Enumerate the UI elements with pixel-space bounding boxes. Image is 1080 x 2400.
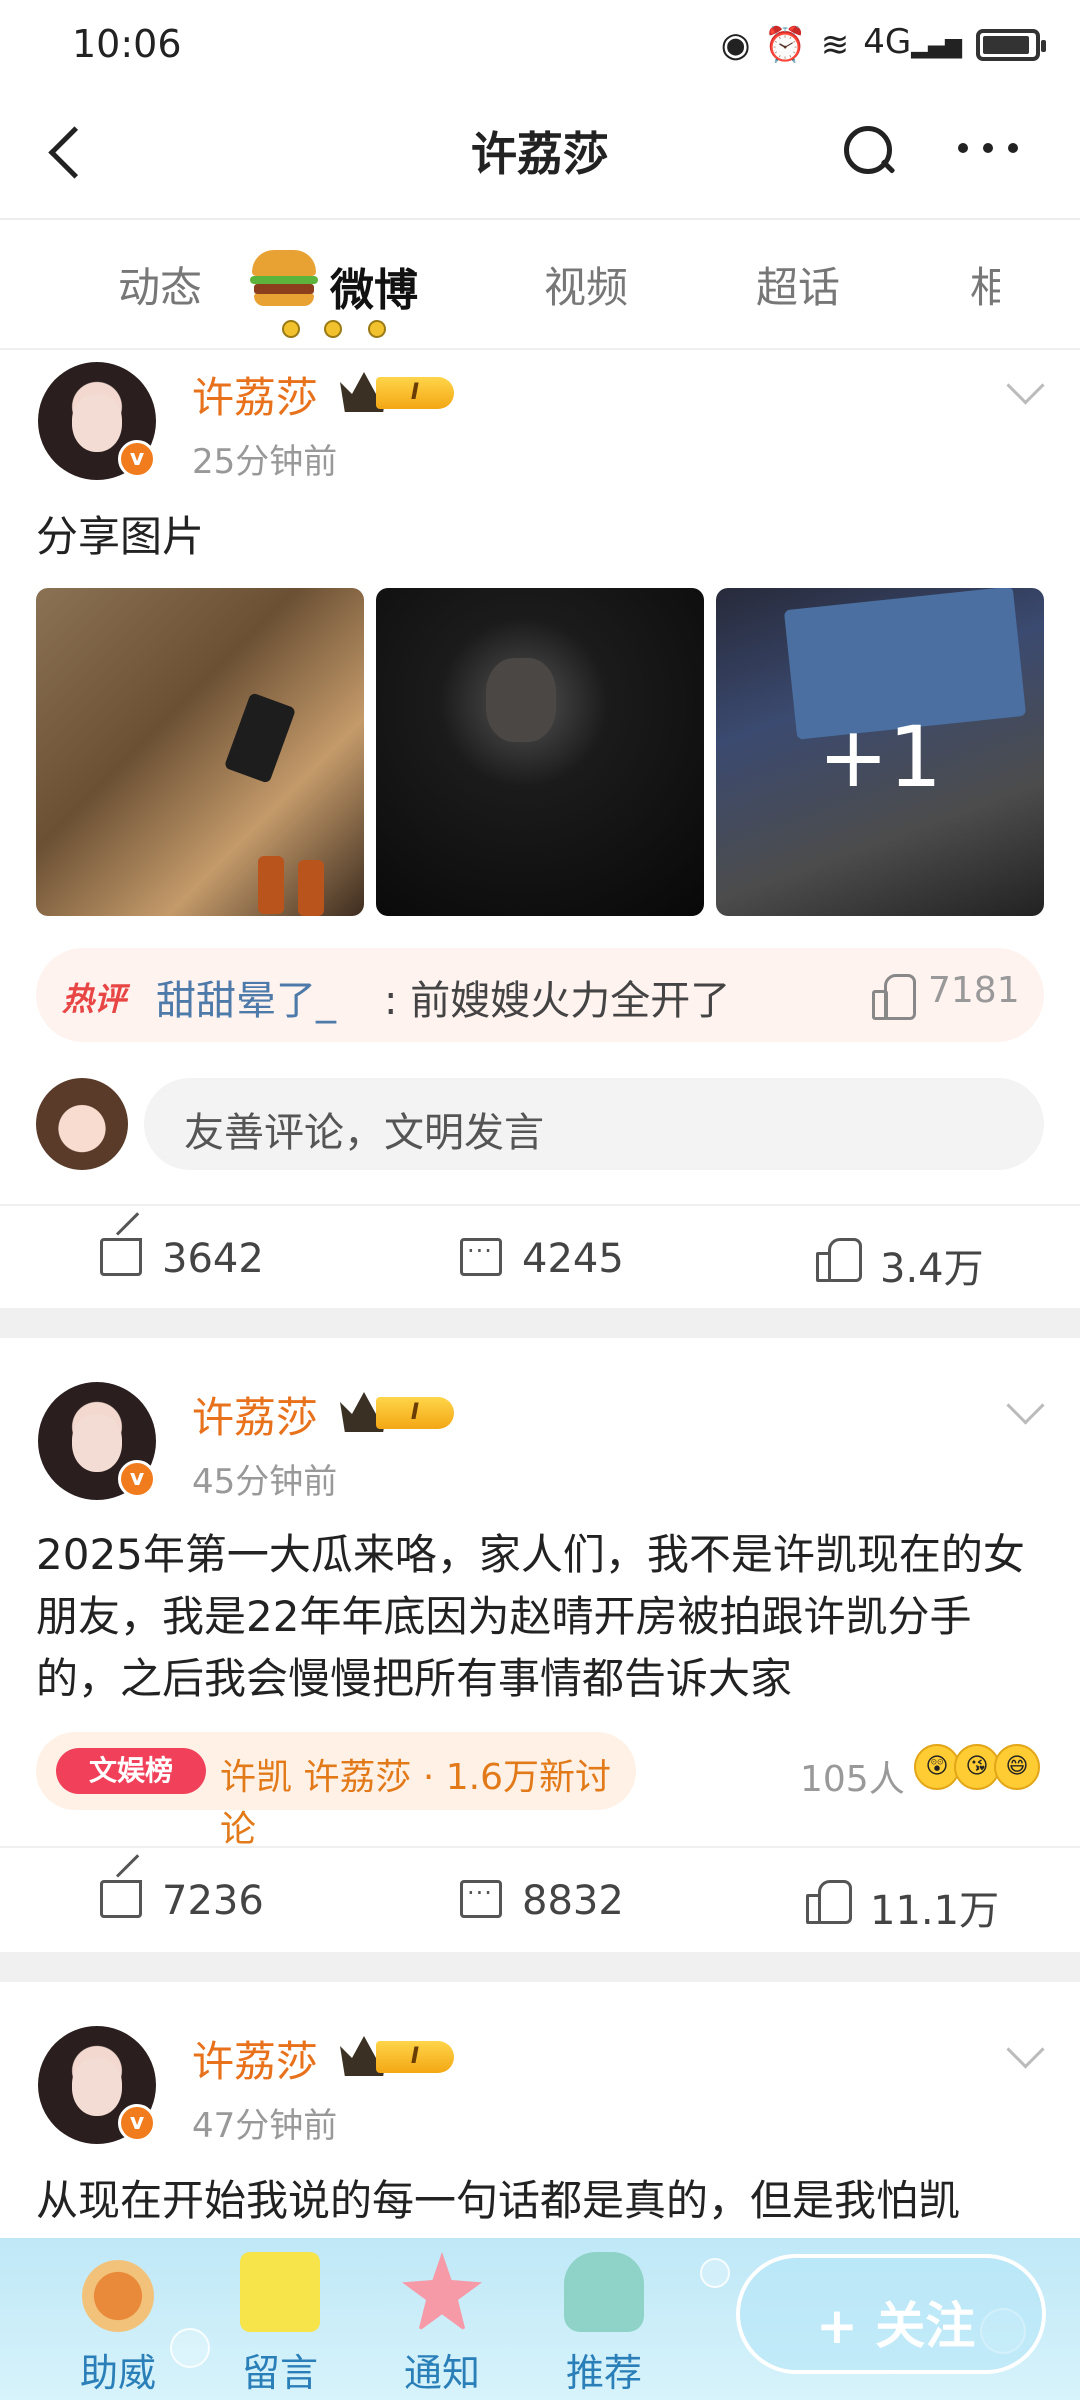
eye-icon: ◉ bbox=[720, 24, 751, 65]
repost-count[interactable]: 7236 bbox=[162, 1878, 264, 1924]
alarm-icon: ⏰ bbox=[764, 24, 807, 65]
repost-icon[interactable] bbox=[100, 1238, 142, 1276]
cheer-button[interactable]: 助威 bbox=[58, 2238, 178, 2400]
tab-dynamics[interactable]: 动态 bbox=[118, 254, 202, 315]
chevron-down-icon[interactable] bbox=[1006, 372, 1042, 408]
like-count[interactable]: 11.1万 bbox=[870, 1878, 999, 1936]
coin-icon bbox=[282, 320, 300, 338]
status-icons: ◉ ⏰ ≋ 4G▂▄▆ bbox=[720, 22, 1046, 67]
network-type: 4G bbox=[863, 22, 912, 62]
post-time: 25分钟前 bbox=[192, 442, 338, 482]
level-badge: I bbox=[376, 2041, 454, 2073]
post-text: 分享图片 bbox=[36, 512, 205, 561]
post-text: 从现在开始我说的每一句话都是真的，但是我怕凯 bbox=[36, 2176, 961, 2225]
search-icon[interactable] bbox=[838, 120, 898, 180]
crown-level-icon: I bbox=[340, 1392, 456, 1432]
verified-badge-icon: v bbox=[118, 2104, 156, 2142]
page-title: 许荔莎 bbox=[471, 127, 609, 181]
cheer-label: 助威 bbox=[79, 2351, 156, 2395]
trending-topic[interactable]: 文娱榜 许凯 许荔莎 · 1.6万新讨论 bbox=[36, 1732, 636, 1850]
status-bar: 10:06 ◉ ⏰ ≋ 4G▂▄▆ bbox=[0, 0, 1080, 92]
top-nav-bar: 许荔莎 bbox=[0, 92, 1080, 220]
hot-comment-label: 热评 bbox=[62, 980, 127, 1018]
starfish-icon bbox=[402, 2252, 482, 2332]
thumbs-up-icon[interactable] bbox=[872, 974, 916, 1020]
post-photo[interactable] bbox=[376, 588, 704, 916]
like-count[interactable]: 3.4万 bbox=[880, 1236, 984, 1294]
comment-input[interactable]: 友善评论，文明发言 bbox=[144, 1078, 1044, 1170]
comment-placeholder: 友善评论，文明发言 bbox=[184, 1110, 544, 1156]
squid-icon bbox=[564, 2252, 644, 2332]
post-actions: 7236 8832 11.1万 bbox=[0, 1846, 1080, 1946]
author-name[interactable]: 许荔莎 bbox=[192, 364, 318, 425]
reaction-people-count: 105人 bbox=[800, 1759, 905, 1800]
profile-tabs: 动态 微博 视频 超话 相 bbox=[0, 222, 1080, 350]
notify-label: 通知 bbox=[403, 2351, 480, 2395]
crown-level-icon: I bbox=[340, 372, 456, 412]
battery-icon bbox=[976, 28, 1046, 61]
post-time: 45分钟前 bbox=[192, 1462, 338, 1502]
follow-button[interactable]: + 关注 bbox=[736, 2254, 1046, 2374]
verified-badge-icon: v bbox=[118, 440, 156, 478]
signal-icon: 4G▂▄▆ bbox=[863, 22, 962, 62]
bubble-decoration bbox=[700, 2258, 730, 2288]
post-separator bbox=[0, 1952, 1080, 1982]
laugh-emoji-icon: 😄 bbox=[994, 1744, 1040, 1790]
hot-comment-likes: 7181 bbox=[928, 970, 1020, 1011]
snail-icon bbox=[78, 2252, 158, 2332]
topic-text: 许凯 许荔莎 · 1.6万新讨论 bbox=[220, 1757, 612, 1850]
crown-level-icon: I bbox=[340, 2036, 456, 2076]
repost-icon[interactable] bbox=[100, 1880, 142, 1918]
tab-album[interactable]: 相 bbox=[970, 254, 1000, 315]
chevron-down-icon[interactable] bbox=[1006, 1392, 1042, 1428]
level-badge: I bbox=[376, 1397, 454, 1429]
more-icon[interactable] bbox=[958, 138, 1018, 158]
topic-badge: 文娱榜 bbox=[56, 1748, 206, 1794]
wifi-icon: ≋ bbox=[820, 24, 850, 65]
verified-badge-icon: v bbox=[118, 1460, 156, 1498]
post-text: 2025年第一大瓜来咯，家人们，我不是许凯现在的女朋友，我是22年年底因为赵晴开… bbox=[36, 1530, 1025, 1703]
recommend-label: 推荐 bbox=[565, 2351, 642, 2395]
author-name[interactable]: 许荔莎 bbox=[192, 2028, 318, 2089]
tab-weibo[interactable]: 微博 bbox=[330, 254, 418, 318]
burger-icon bbox=[250, 250, 318, 306]
coin-icon bbox=[368, 320, 386, 338]
hot-comment[interactable]: 热评 甜甜晕了_ : 前嫂嫂火力全开了 7181 bbox=[36, 948, 1044, 1042]
hot-comment-user[interactable]: 甜甜晕了_ bbox=[156, 968, 336, 1026]
post-actions: 3642 4245 3.4万 bbox=[0, 1204, 1080, 1304]
more-photos-count: +1 bbox=[818, 708, 942, 806]
message-button[interactable]: 留言 bbox=[220, 2238, 340, 2400]
post-photo[interactable] bbox=[36, 588, 364, 916]
tab-super-topic[interactable]: 超话 bbox=[756, 254, 840, 315]
notify-button[interactable]: 通知 bbox=[382, 2238, 502, 2400]
my-avatar bbox=[36, 1078, 128, 1170]
author-name[interactable]: 许荔莎 bbox=[192, 1384, 318, 1445]
chevron-down-icon[interactable] bbox=[1006, 2036, 1042, 2072]
comment-icon[interactable] bbox=[460, 1237, 502, 1276]
like-icon[interactable] bbox=[806, 1880, 852, 1924]
hot-comment-text: : 前嫂嫂火力全开了 bbox=[384, 978, 731, 1024]
follow-label: + 关注 bbox=[816, 2297, 976, 2355]
status-time: 10:06 bbox=[72, 22, 182, 66]
coin-icon bbox=[324, 320, 342, 338]
level-badge: I bbox=[376, 377, 454, 409]
like-icon[interactable] bbox=[816, 1238, 862, 1282]
post-separator bbox=[0, 1308, 1080, 1338]
repost-count[interactable]: 3642 bbox=[162, 1236, 264, 1282]
comment-count[interactable]: 4245 bbox=[522, 1236, 624, 1282]
message-label: 留言 bbox=[241, 2351, 318, 2395]
post-photo[interactable]: +1 bbox=[716, 588, 1044, 916]
tab-videos[interactable]: 视频 bbox=[544, 254, 628, 315]
comment-icon[interactable] bbox=[460, 1879, 502, 1918]
comment-count[interactable]: 8832 bbox=[522, 1878, 624, 1924]
recommend-button[interactable]: 推荐 bbox=[544, 2238, 664, 2400]
sponge-icon bbox=[240, 2252, 320, 2332]
post-time: 47分钟前 bbox=[192, 2106, 338, 2146]
